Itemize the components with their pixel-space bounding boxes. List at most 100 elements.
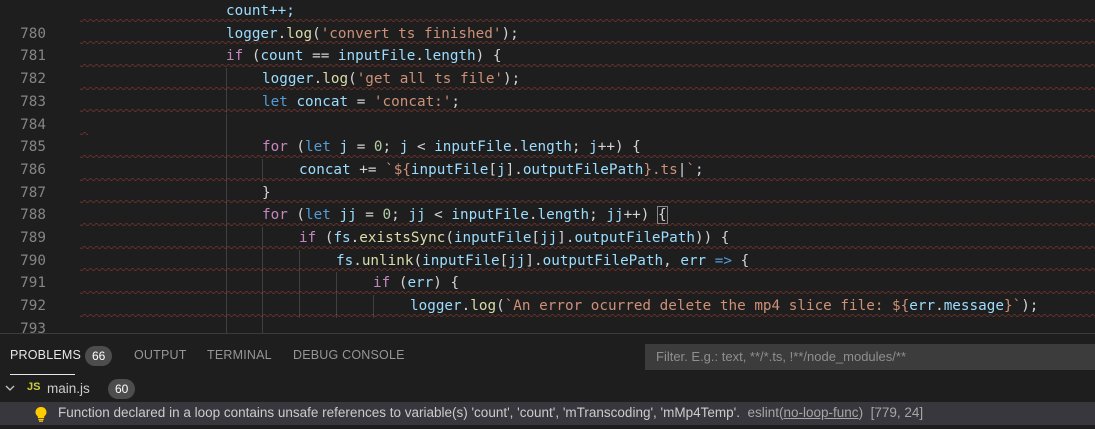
error-squiggle	[80, 245, 1095, 249]
code-token: let	[305, 139, 331, 156]
code-line[interactable]: 793 logger.log(`An error ocurred delete …	[0, 295, 1095, 333]
code-token: `An error ocurred delete the mp4 slice f…	[504, 298, 910, 315]
code-editor[interactable]: 780 count++; 781 logger.log('convert ts …	[0, 0, 1095, 333]
code-token: jj	[540, 230, 558, 246]
code-token: inputFile	[337, 48, 416, 65]
code-token: 'concat:'	[373, 93, 452, 110]
error-squiggle	[80, 132, 88, 136]
code-line[interactable]: 782 if (count == inputFile.length) {	[0, 45, 1095, 87]
error-squiggle	[80, 291, 1095, 295]
code-token: err	[680, 252, 707, 269]
code-token: fs	[336, 252, 354, 269]
code-token: count++;	[226, 3, 295, 19]
problems-filter[interactable]	[645, 344, 1095, 370]
code-token: logger	[262, 71, 314, 88]
code-line[interactable]: 786 for (let j = 0; j < inputFile.length…	[0, 136, 1095, 178]
tab-terminal[interactable]: TERMINAL	[207, 348, 272, 362]
code-token: log	[286, 25, 313, 42]
code-token: for	[262, 139, 288, 156]
error-squiggle	[80, 154, 1095, 158]
code-token: outputFilePath	[522, 161, 644, 178]
error-squiggle	[80, 41, 1095, 45]
tab-debug-console[interactable]: DEBUG CONSOLE	[293, 348, 405, 362]
indent-guide	[226, 317, 227, 333]
error-squiggle	[80, 64, 1095, 68]
code-token: inputFile	[451, 207, 529, 224]
code-line[interactable]: 785	[0, 113, 1095, 155]
code-line[interactable]: 780 count++;	[0, 0, 1095, 42]
problem-file-row[interactable]: JS main.js 60	[0, 378, 1095, 401]
code-token: concat	[296, 93, 349, 110]
code-token: jj	[508, 252, 526, 269]
code-token: 'get all ts file'	[356, 71, 504, 88]
code-line[interactable]: 784 let concat = 'concat:';	[0, 90, 1095, 133]
code-token: err	[407, 275, 434, 292]
code-token: }.ts	[643, 161, 678, 178]
code-token: logger	[226, 25, 278, 42]
lightbulb-icon[interactable]	[34, 406, 48, 422]
indent-guide	[262, 317, 263, 333]
indent-guide	[226, 113, 227, 137]
code-token: if	[226, 48, 244, 65]
code-token: 0	[373, 139, 383, 156]
code-line[interactable]: 783 logger.log('get all ts file');	[0, 68, 1095, 110]
file-name: main.js	[47, 381, 90, 396]
code-token: logger	[410, 298, 462, 315]
code-token: inputFile	[422, 252, 500, 269]
code-token: j	[497, 161, 506, 178]
code-token: count	[260, 48, 304, 65]
problem-source: eslint(	[747, 405, 784, 420]
tab-problems[interactable]: PROBLEMS	[10, 348, 81, 362]
code-token: 0	[382, 207, 392, 224]
code-token: length	[520, 139, 572, 156]
code-line[interactable]: 788 }	[0, 181, 1095, 223]
code-token: inputFile	[453, 230, 532, 246]
code-token: outputFilePath	[574, 230, 695, 246]
error-squiggle	[80, 18, 1095, 22]
code-token: length	[537, 207, 590, 224]
error-squiggle	[80, 268, 1095, 272]
problem-source-end: )	[858, 405, 864, 420]
code-token: }`	[1003, 298, 1022, 315]
problems-panel: PROBLEMS 66 OUTPUT TERMINAL DEBUG CONSOL…	[0, 333, 1095, 429]
code-token: `${	[385, 161, 411, 178]
code-line[interactable]: 794	[0, 317, 1095, 333]
code-line[interactable]: 781 logger.log('convert ts finished');	[0, 23, 1095, 64]
tab-output[interactable]: OUTPUT	[134, 348, 187, 362]
error-squiggle	[80, 109, 1095, 113]
code-line[interactable]: 791 fs.unlink(inputFile[jj].outputFilePa…	[0, 249, 1095, 291]
code-token: length	[424, 48, 476, 65]
code-line[interactable]: 789 for (let jj = 0; jj < inputFile.leng…	[0, 204, 1095, 246]
code-line[interactable]: 790 if (fs.existsSync(inputFile[jj].outp…	[0, 227, 1095, 269]
code-token: 'convert ts finished'	[320, 25, 502, 42]
code-token: log	[322, 71, 349, 88]
rule-link[interactable]: no-loop-func	[784, 405, 859, 420]
code-line[interactable]: 792 if (err) {	[0, 272, 1095, 314]
problem-item[interactable]: Function declared in a loop contains uns…	[0, 402, 1095, 425]
code-line[interactable]: 787 concat += `${inputFile[j].outputFile…	[0, 158, 1095, 201]
problem-message: Function declared in a loop contains uns…	[58, 405, 740, 420]
error-squiggle	[80, 200, 1095, 204]
chevron-down-icon[interactable]	[5, 378, 15, 400]
code-token: let	[262, 93, 288, 110]
code-token: inputFile	[434, 139, 512, 156]
error-squiggle	[80, 86, 1095, 90]
code-token: unlink	[361, 252, 414, 269]
problem-position: [779, 24]	[870, 405, 924, 420]
problem-message-line: Function declared in a loop contains uns…	[58, 405, 923, 420]
code-token: if	[373, 275, 391, 292]
active-tab-indicator	[10, 374, 75, 375]
error-squiggle	[80, 177, 1095, 181]
code-token: message	[943, 298, 1004, 315]
code-token: j	[339, 139, 349, 156]
error-squiggle	[80, 313, 1095, 317]
filter-input[interactable]	[654, 348, 1088, 365]
code-token: existsSync	[359, 230, 446, 246]
code-token: inputFile	[410, 161, 489, 178]
code-token: `	[686, 161, 695, 178]
code-token: outputFilePath	[542, 252, 664, 269]
problems-count-badge: 66	[85, 346, 113, 366]
javascript-file-icon: JS	[27, 381, 41, 393]
code-token: log	[470, 298, 497, 315]
code-token: let	[305, 207, 331, 224]
